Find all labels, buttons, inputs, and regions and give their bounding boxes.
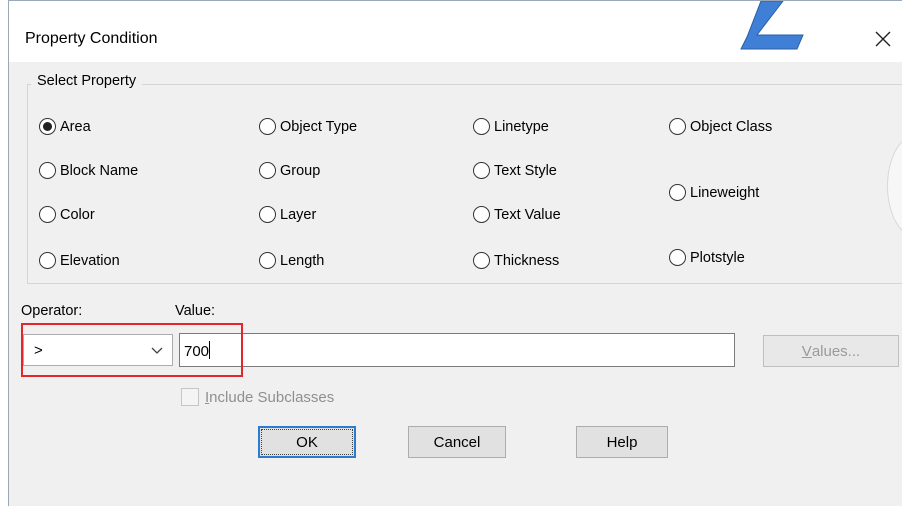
radio-text-style[interactable]: Text Style [473,162,557,179]
radio-linetype[interactable]: Linetype [473,118,549,135]
radio-label: Text Style [494,162,557,179]
radio-label: Object Class [690,118,773,135]
cancel-button[interactable]: Cancel [408,426,506,458]
radio-label: Length [280,252,325,269]
values-button-label: alues... [811,342,861,360]
radio-label: Thickness [494,252,560,269]
radio-thickness[interactable]: Thickness [473,252,559,269]
radio-area[interactable]: Area [39,118,91,135]
radio-unselected-icon [669,249,686,266]
radio-label: Plotstyle [690,249,745,266]
radio-label: Text Value [494,206,561,223]
radio-lineweight[interactable]: Lineweight [669,184,759,201]
radio-object-type[interactable]: Object Type [259,118,357,135]
radio-text-value[interactable]: Text Value [473,206,561,223]
radio-object-class[interactable]: Object Class [669,118,772,135]
radio-label: Elevation [60,252,120,269]
radio-unselected-icon [259,252,276,269]
radio-label: Block Name [60,162,139,179]
value-label: Value: [175,303,216,319]
radio-unselected-icon [473,162,490,179]
radio-unselected-icon [473,118,490,135]
radio-unselected-icon [39,206,56,223]
radio-unselected-icon [39,162,56,179]
radio-elevation[interactable]: Elevation [39,252,120,269]
values-button[interactable]: Values... [763,335,899,367]
cancel-label: Cancel [433,433,481,451]
radio-selected-icon [39,118,56,135]
radio-label: Linetype [494,118,549,135]
checkbox-icon [181,388,199,406]
radio-unselected-icon [39,252,56,269]
radio-label: Color [60,206,95,223]
operator-label: Operator: [21,303,83,319]
radio-unselected-icon [473,252,490,269]
radio-layer[interactable]: Layer [259,206,316,223]
include-subclasses-label: nclude Subclasses [209,388,335,406]
highlight-box [21,323,243,377]
radio-plotstyle[interactable]: Plotstyle [669,249,745,266]
radio-unselected-icon [669,184,686,201]
dialog-title: Property Condition [25,30,158,47]
value-field[interactable]: 700 [179,333,735,367]
close-icon[interactable] [869,25,897,53]
radio-label: Group [280,162,321,179]
property-condition-dialog: Property Condition Select Property Area … [8,0,902,506]
values-button-mnemonic: V [801,342,812,360]
help-button[interactable]: Help [576,426,668,458]
radio-length[interactable]: Length [259,252,324,269]
radio-color[interactable]: Color [39,206,95,223]
radio-block-name[interactable]: Block Name [39,162,138,179]
radio-unselected-icon [473,206,490,223]
radio-label: Object Type [280,118,358,135]
radio-group[interactable]: Group [259,162,320,179]
radio-unselected-icon [259,162,276,179]
radio-unselected-icon [259,206,276,223]
title-bar: Property Condition [9,0,902,62]
radio-unselected-icon [669,118,686,135]
select-property-group [27,84,902,284]
select-property-legend: Select Property [31,73,143,89]
help-label: Help [606,433,638,451]
ok-button[interactable]: OK [258,426,356,458]
include-subclasses-checkbox[interactable]: Include Subclasses [181,388,334,406]
radio-label: Lineweight [690,184,760,201]
radio-label: Area [60,118,91,135]
radio-unselected-icon [259,118,276,135]
ok-label: OK [296,433,318,451]
radio-label: Layer [280,206,317,223]
step-number-badge [740,1,804,50]
